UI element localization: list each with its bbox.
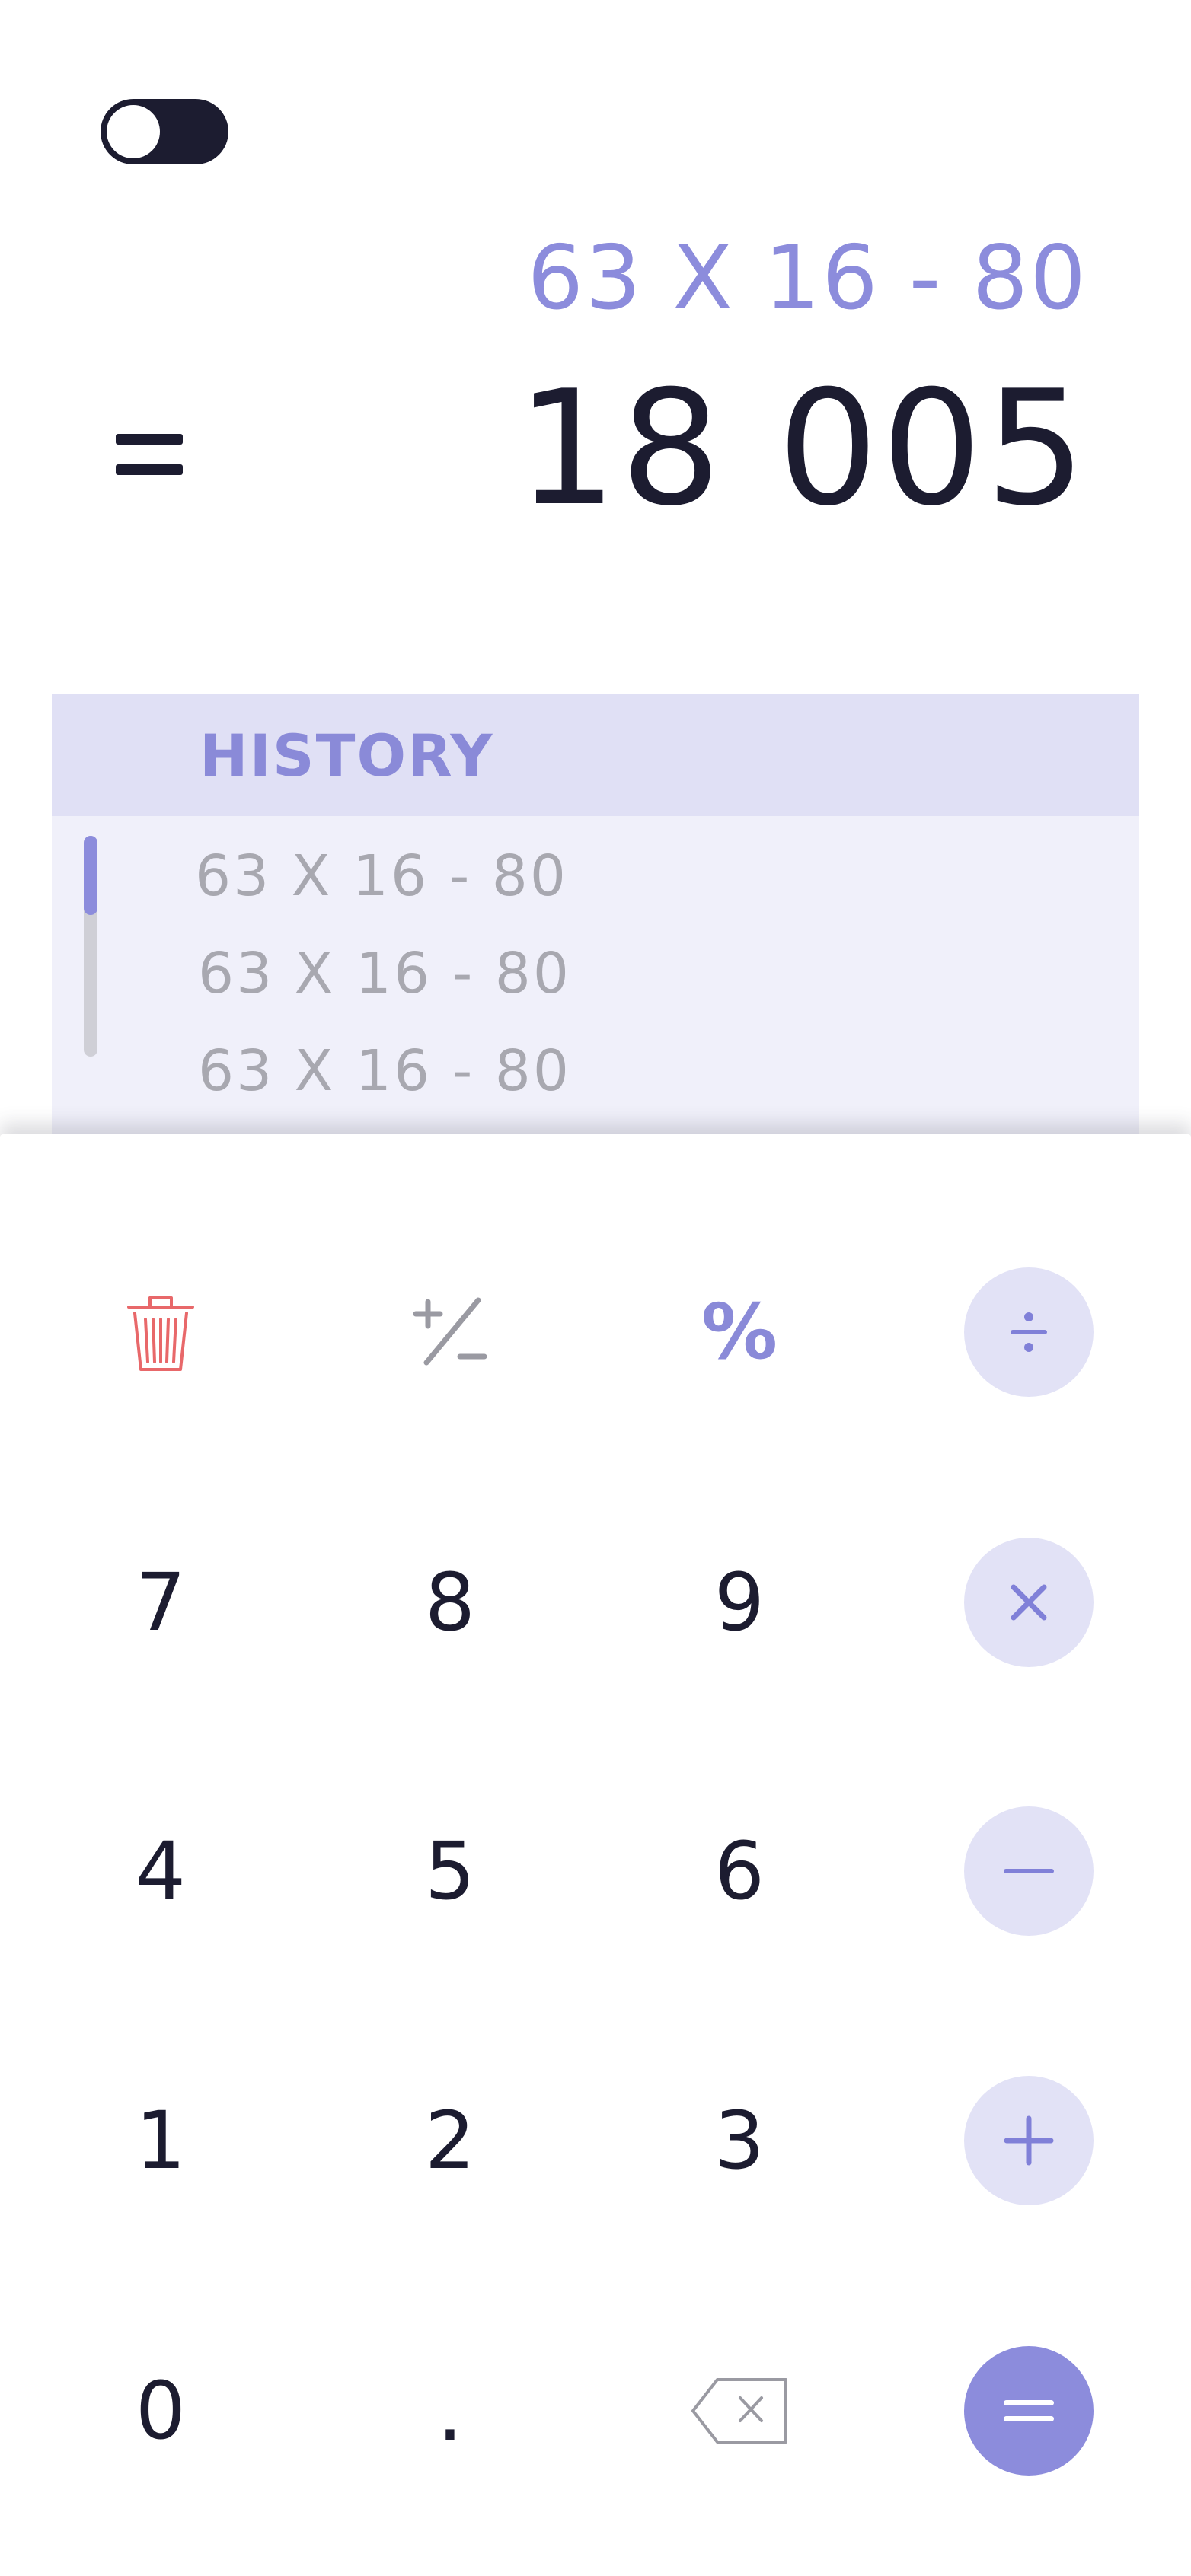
multiply-icon bbox=[1011, 1584, 1047, 1621]
digit-5-button[interactable]: 5 bbox=[385, 1806, 515, 1936]
backspace-icon bbox=[691, 2378, 787, 2444]
history-scroll-thumb[interactable] bbox=[84, 836, 97, 915]
history-item[interactable]: 63 X 16 - 80 bbox=[198, 1037, 571, 1105]
toggle-knob bbox=[107, 105, 160, 158]
digit-label: 1 bbox=[135, 2094, 187, 2187]
digit-4-button[interactable]: 4 bbox=[96, 1806, 225, 1936]
digit-3-button[interactable]: 3 bbox=[675, 2076, 804, 2205]
digit-9-button[interactable]: 9 bbox=[675, 1538, 804, 1667]
multiply-button[interactable] bbox=[964, 1538, 1094, 1667]
history-header: HISTORY bbox=[52, 694, 1139, 816]
minus-icon bbox=[1004, 1869, 1054, 1873]
digit-label: 4 bbox=[135, 1825, 187, 1918]
plus-minus-icon bbox=[413, 1297, 487, 1366]
subtract-button[interactable] bbox=[964, 1806, 1094, 1936]
history-item[interactable]: 63 X 16 - 80 bbox=[198, 939, 571, 1008]
equals-button[interactable] bbox=[964, 2346, 1094, 2476]
digit-0-button[interactable]: 0 bbox=[96, 2346, 225, 2476]
plus-icon bbox=[1004, 2115, 1054, 2166]
digit-label: 6 bbox=[714, 1825, 765, 1918]
add-button[interactable] bbox=[964, 2076, 1094, 2205]
digit-7-button[interactable]: 7 bbox=[96, 1538, 225, 1667]
equals-icon bbox=[1004, 2400, 1054, 2421]
decimal-label: . bbox=[436, 2362, 464, 2460]
digit-label: 3 bbox=[714, 2094, 765, 2187]
percent-button[interactable]: % bbox=[675, 1267, 804, 1397]
digit-1-button[interactable]: 1 bbox=[96, 2076, 225, 2205]
equals-icon bbox=[116, 434, 183, 495]
decimal-button[interactable]: . bbox=[385, 2346, 515, 2476]
keypad: % 7 8 9 4 5 6 1 2 3 0 . bbox=[0, 1134, 1191, 2576]
history-item[interactable]: 63 X 16 - 80 bbox=[195, 842, 568, 910]
digit-8-button[interactable]: 8 bbox=[385, 1538, 515, 1667]
percent-label: % bbox=[701, 1287, 778, 1376]
digit-label: 9 bbox=[714, 1556, 765, 1649]
divide-icon bbox=[1011, 1312, 1047, 1352]
divide-button[interactable] bbox=[964, 1267, 1094, 1397]
result-display: 18 005 bbox=[516, 357, 1089, 541]
history-panel: HISTORY 63 X 16 - 80 63 X 16 - 80 63 X 1… bbox=[52, 694, 1139, 1140]
expression-display: 63 X 16 - 80 bbox=[527, 227, 1087, 330]
digit-label: 8 bbox=[424, 1556, 476, 1649]
theme-toggle[interactable] bbox=[101, 99, 228, 164]
clear-button[interactable] bbox=[96, 1267, 225, 1397]
digit-6-button[interactable]: 6 bbox=[675, 1806, 804, 1936]
sign-toggle-button[interactable] bbox=[385, 1267, 515, 1397]
history-title: HISTORY bbox=[200, 722, 494, 789]
trash-icon bbox=[127, 1296, 194, 1371]
digit-label: 2 bbox=[424, 2094, 476, 2187]
digit-label: 5 bbox=[424, 1825, 476, 1918]
history-scrollbar[interactable] bbox=[84, 836, 97, 1057]
backspace-button[interactable] bbox=[675, 2346, 804, 2476]
digit-label: 7 bbox=[135, 1556, 187, 1649]
digit-2-button[interactable]: 2 bbox=[385, 2076, 515, 2205]
digit-label: 0 bbox=[135, 2364, 187, 2457]
